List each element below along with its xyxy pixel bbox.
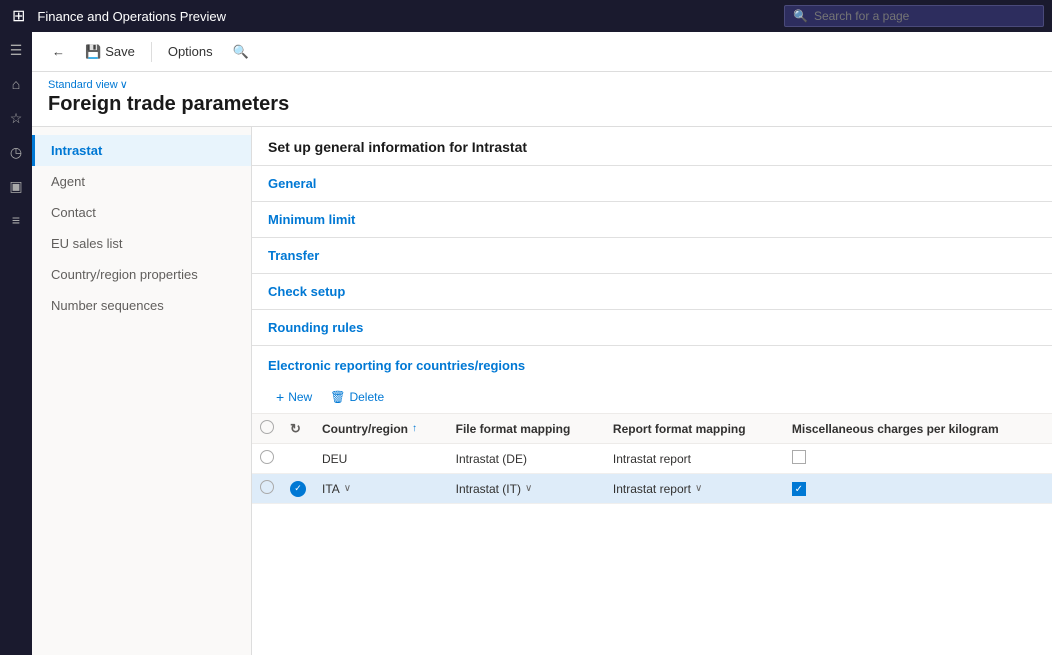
form-content: Set up general information for Intrastat… xyxy=(252,127,1052,655)
status-dot-icon xyxy=(290,481,306,497)
table-row[interactable]: DEU Intrastat (DE) Intrastat report xyxy=(252,444,1052,474)
select-all-circle xyxy=(260,420,274,434)
row-selector-icon xyxy=(260,480,274,494)
country-cell[interactable]: DEU xyxy=(314,444,448,474)
row-active-indicator-cell xyxy=(282,474,314,504)
th-file-format[interactable]: File format mapping xyxy=(448,414,605,444)
th-refresh[interactable]: ↻ xyxy=(282,414,314,444)
page-header: Standard view ∨ Foreign trade parameters xyxy=(32,72,1052,127)
check-setup-section: Check setup xyxy=(252,274,1052,310)
row-selector-cell[interactable] xyxy=(252,444,282,474)
th-select-all[interactable] xyxy=(252,414,282,444)
row-selector-icon xyxy=(260,450,274,464)
app-title: Finance and Operations Preview xyxy=(37,9,776,24)
page-title: Foreign trade parameters xyxy=(48,93,1036,116)
modules-icon[interactable]: ≡ xyxy=(2,206,30,234)
home-icon[interactable]: ⌂ xyxy=(2,70,30,98)
sidebar-item-intrastat[interactable]: Intrastat xyxy=(32,135,251,166)
minimum-limit-header[interactable]: Minimum limit xyxy=(252,202,1052,237)
reporting-table: ↻ Country/region ↑ File format mappi xyxy=(252,414,1052,504)
sidebar-item-eu-sales-list[interactable]: EU sales list xyxy=(32,228,251,259)
sidebar-item-contact[interactable]: Contact xyxy=(32,197,251,228)
new-button[interactable]: + New xyxy=(268,385,320,409)
minimum-limit-section: Minimum limit xyxy=(252,202,1052,238)
general-section-header[interactable]: General xyxy=(252,166,1052,201)
search-icon: 🔍 xyxy=(793,9,808,23)
workspaces-icon[interactable]: ▣ xyxy=(2,172,30,200)
electronic-reporting-section: Electronic reporting for countries/regio… xyxy=(252,346,1052,520)
plus-icon: + xyxy=(276,389,284,405)
report-format-cell[interactable]: Intrastat report xyxy=(605,444,784,474)
report-format-cell[interactable]: Intrastat report ∨ xyxy=(605,474,784,504)
save-button[interactable]: 💾 Save xyxy=(77,40,143,64)
misc-charges-cell[interactable]: ✓ xyxy=(784,474,1052,504)
check-setup-header[interactable]: Check setup xyxy=(252,274,1052,309)
chevron-down-icon: ∨ xyxy=(120,78,128,91)
th-country-region[interactable]: Country/region ↑ xyxy=(314,414,448,444)
country-cell[interactable]: ITA ∨ xyxy=(314,474,448,504)
back-button[interactable]: ← xyxy=(44,40,73,63)
sidebar-item-agent[interactable]: Agent xyxy=(32,166,251,197)
checkbox-checked-icon: ✓ xyxy=(792,482,806,496)
options-button[interactable]: Options xyxy=(160,40,221,63)
refresh-icon: ↻ xyxy=(290,421,301,436)
top-bar: ⊞ Finance and Operations Preview 🔍 xyxy=(0,0,1052,32)
sidebar-item-number-sequences[interactable]: Number sequences xyxy=(32,290,251,321)
electronic-reporting-title: Electronic reporting for countries/regio… xyxy=(252,346,1052,381)
th-misc-charges[interactable]: Miscellaneous charges per kilogram xyxy=(784,414,1052,444)
delete-button[interactable]: 🗑 Delete xyxy=(322,386,392,408)
search-input[interactable] xyxy=(814,9,1035,23)
trash-icon: 🗑 xyxy=(330,390,345,404)
dropdown-arrow-icon: ∨ xyxy=(344,483,351,494)
side-nav: Intrastat Agent Contact EU sales list Co… xyxy=(32,127,252,655)
form-section-title: Set up general information for Intrastat xyxy=(252,127,1052,166)
favorites-icon[interactable]: ☆ xyxy=(2,104,30,132)
icon-rail: ☰ ⌂ ☆ ◷ ▣ ≡ xyxy=(0,32,32,655)
rounding-rules-section: Rounding rules xyxy=(252,310,1052,346)
dropdown-arrow-icon: ∨ xyxy=(695,483,702,494)
nav-menu-icon[interactable]: ☰ xyxy=(2,36,30,64)
main-layout: ☰ ⌂ ☆ ◷ ▣ ≡ ← 💾 Save Options 🔍 xyxy=(0,32,1052,655)
checkbox-unchecked-icon xyxy=(792,450,806,464)
recent-icon[interactable]: ◷ xyxy=(2,138,30,166)
dropdown-arrow-icon: ∨ xyxy=(525,483,532,494)
rounding-rules-header[interactable]: Rounding rules xyxy=(252,310,1052,345)
search-box[interactable]: 🔍 xyxy=(784,5,1044,27)
save-icon: 💾 xyxy=(85,44,101,60)
misc-charges-cell[interactable] xyxy=(784,444,1052,474)
sidebar-item-country-region[interactable]: Country/region properties xyxy=(32,259,251,290)
transfer-header[interactable]: Transfer xyxy=(252,238,1052,273)
transfer-section: Transfer xyxy=(252,238,1052,274)
toolbar-search-button[interactable]: 🔍 xyxy=(225,40,257,64)
table-toolbar: + New 🗑 Delete xyxy=(252,381,1052,414)
app-grid-icon[interactable]: ⊞ xyxy=(8,2,29,30)
toolbar-separator xyxy=(151,42,152,62)
file-format-cell[interactable]: Intrastat (IT) ∨ xyxy=(448,474,605,504)
view-selector[interactable]: Standard view ∨ xyxy=(48,78,1036,91)
toolbar-search-icon: 🔍 xyxy=(233,44,249,60)
general-section: General xyxy=(252,166,1052,202)
row-indicator-cell xyxy=(282,444,314,474)
row-selector-cell[interactable] xyxy=(252,474,282,504)
th-report-format[interactable]: Report format mapping xyxy=(605,414,784,444)
table-row[interactable]: ITA ∨ Intrastat (IT) ∨ xyxy=(252,474,1052,504)
file-format-cell[interactable]: Intrastat (DE) xyxy=(448,444,605,474)
main-content: Intrastat Agent Contact EU sales list Co… xyxy=(32,127,1052,655)
sort-arrow-icon: ↑ xyxy=(412,423,417,434)
back-arrow-icon: ← xyxy=(52,44,65,59)
toolbar: ← 💾 Save Options 🔍 xyxy=(32,32,1052,72)
content-area: ← 💾 Save Options 🔍 Standard view ∨ Forei… xyxy=(32,32,1052,655)
